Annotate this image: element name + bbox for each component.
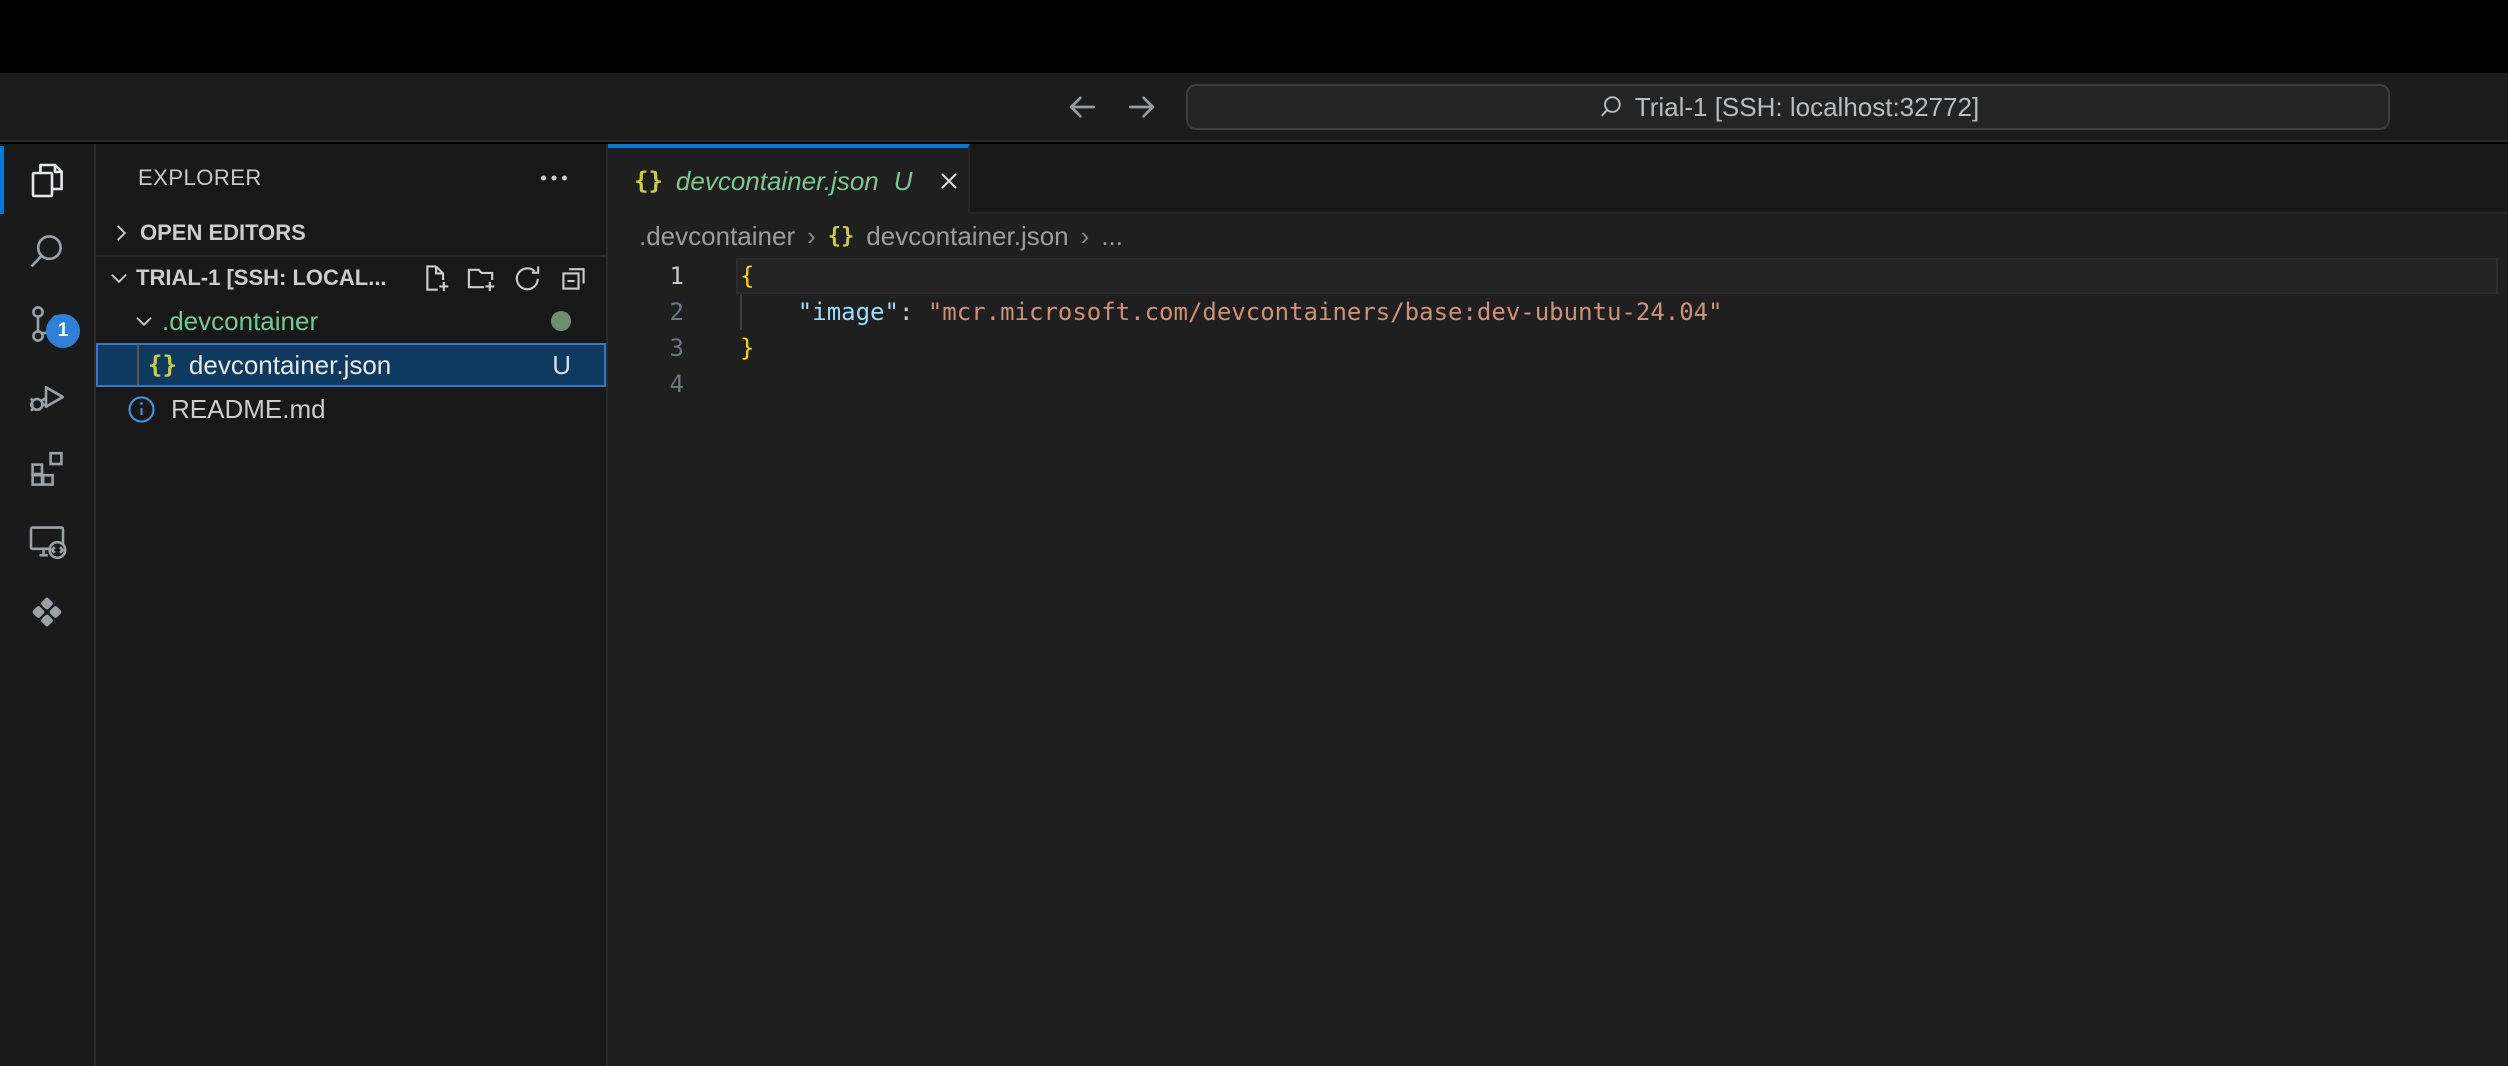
remote-explorer-icon[interactable] [0, 504, 94, 576]
navigate-forward-icon[interactable] [1122, 87, 1162, 127]
code-editor[interactable]: 1 2 3 4 { "image": "mcr.microsoft.com/de… [608, 258, 2508, 1066]
refresh-icon[interactable] [512, 263, 543, 294]
explorer-sidebar: EXPLORER OPEN EDITORS TRIAL-1 [SSH: LOCA… [96, 144, 608, 1066]
tree-row-readme[interactable]: README.md [96, 387, 606, 431]
chevron-right-icon [108, 220, 134, 246]
tab-git-badge: U [894, 166, 913, 197]
close-icon[interactable] [935, 167, 963, 195]
open-editors-label: OPEN EDITORS [140, 220, 306, 246]
breadcrumb-folder[interactable]: .devcontainer [639, 221, 795, 252]
line-number: 3 [608, 330, 740, 366]
source-control-icon[interactable]: 1 [0, 288, 94, 360]
line-number: 1 [608, 258, 740, 294]
folder-name: .devcontainer [162, 306, 318, 337]
file-name: devcontainer.json [189, 350, 552, 381]
activity-bar: 1 [0, 144, 96, 1066]
file-name: README.md [171, 394, 326, 425]
breadcrumb-separator: › [1081, 221, 1090, 252]
search-icon[interactable] [0, 216, 94, 288]
breadcrumb: .devcontainer › {} devcontainer.json › .… [608, 214, 2508, 258]
close-brace: } [740, 334, 754, 362]
code-line-2: "image": "mcr.microsoft.com/devcontainer… [740, 294, 1723, 330]
source-control-badge: 1 [46, 314, 80, 348]
git-untracked-badge: U [552, 350, 571, 381]
chevron-down-icon [106, 265, 132, 291]
chevron-down-icon [131, 308, 157, 334]
sidebar-header: EXPLORER [96, 144, 606, 211]
workspace-section[interactable]: TRIAL-1 [SSH: LOCAL... [96, 255, 606, 299]
command-center-text: Trial-1 [SSH: localhost:32772] [1635, 92, 1979, 123]
json-file-icon: {} [148, 351, 177, 379]
indent-guide [137, 345, 139, 385]
open-editors-section[interactable]: OPEN EDITORS [96, 211, 606, 255]
json-key: "image" [798, 298, 899, 326]
tab-bar: {} devcontainer.json U [608, 144, 2508, 214]
title-bar: Trial-1 [SSH: localhost:32772] [0, 73, 2508, 142]
run-debug-icon[interactable] [0, 360, 94, 432]
diamond-grid-icon[interactable] [0, 576, 94, 648]
code-line-1: { [740, 258, 754, 294]
json-file-icon: {} [828, 224, 855, 249]
git-modified-dot [551, 311, 571, 331]
new-folder-icon[interactable] [466, 263, 497, 294]
collapse-all-icon[interactable] [558, 263, 589, 294]
open-brace: { [740, 262, 754, 290]
line-number: 2 [608, 294, 740, 330]
macos-menu-bar [0, 0, 2508, 73]
workspace-label: TRIAL-1 [SSH: LOCAL... [136, 265, 416, 291]
sidebar-title: EXPLORER [138, 165, 536, 191]
explorer-icon[interactable] [0, 144, 94, 216]
code-line-3: } [740, 330, 754, 366]
colon: : [899, 298, 928, 326]
more-actions-icon[interactable] [536, 160, 572, 196]
breadcrumb-file[interactable]: devcontainer.json [866, 221, 1068, 252]
search-icon [1597, 93, 1625, 121]
extensions-icon[interactable] [0, 432, 94, 504]
new-file-icon[interactable] [420, 263, 451, 294]
command-center[interactable]: Trial-1 [SSH: localhost:32772] [1186, 84, 2390, 130]
tree-row-devcontainer-json[interactable]: {} devcontainer.json U [96, 343, 606, 387]
breadcrumb-separator: › [807, 221, 816, 252]
breadcrumb-more[interactable]: ... [1101, 221, 1123, 252]
tab-devcontainer-json[interactable]: {} devcontainer.json U [608, 144, 970, 214]
current-line-highlight [736, 258, 2498, 294]
tree-row-devcontainer-folder[interactable]: .devcontainer [96, 299, 606, 343]
json-file-icon: {} [634, 167, 663, 195]
navigate-back-icon[interactable] [1062, 87, 1102, 127]
tab-label: devcontainer.json [676, 166, 879, 197]
tabbar-underline [970, 212, 2508, 214]
json-string-value: "mcr.microsoft.com/devcontainers/base:de… [928, 298, 1723, 326]
line-number: 4 [608, 366, 740, 402]
info-icon [126, 394, 157, 425]
indent [740, 298, 798, 326]
editor-group: {} devcontainer.json U .devcontainer › {… [608, 144, 2508, 1066]
